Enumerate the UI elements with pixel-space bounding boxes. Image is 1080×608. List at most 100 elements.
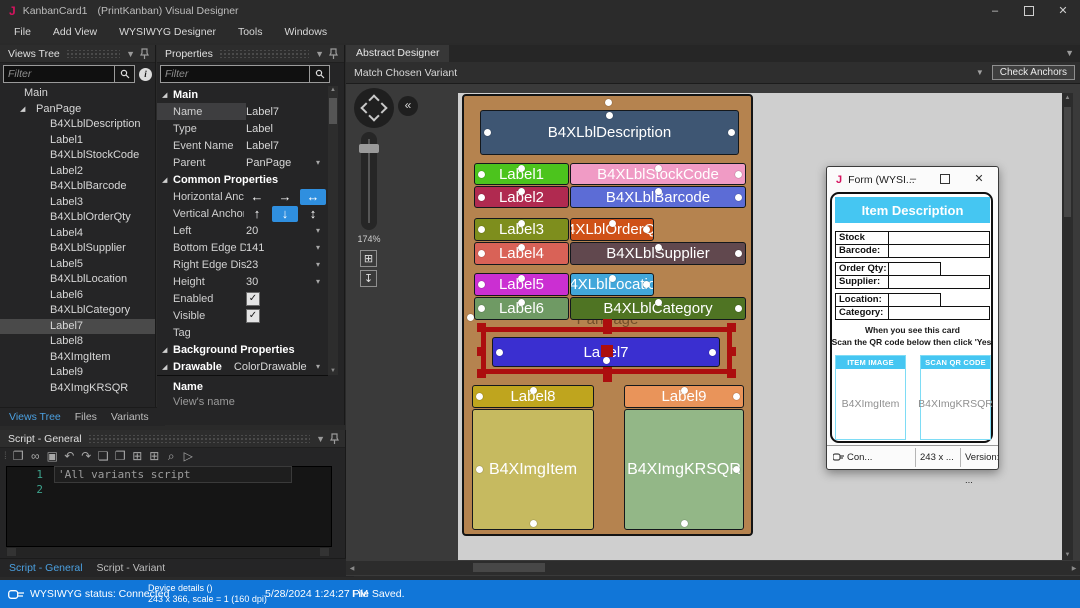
properties-scrollbar[interactable]: ▲ ▼ [328, 86, 338, 375]
tree-item-b4xlbllocation[interactable]: B4XLblLocation [0, 272, 155, 288]
code-line-1[interactable]: 1'All variants script [7, 467, 331, 482]
zoom-slider-thumb[interactable] [359, 144, 379, 153]
run-script-icon[interactable]: ▷ [180, 449, 197, 463]
info-icon[interactable]: i [139, 68, 152, 81]
tree-item-label4[interactable]: Label4 [0, 226, 155, 242]
tree-item-b4xlblsupplier[interactable]: B4XLblSupplier [0, 241, 155, 257]
selection-handle[interactable] [603, 319, 612, 334]
designer-v-scrollbar[interactable]: ▲ ▼ [1062, 93, 1073, 560]
prop-value-type[interactable]: Label [246, 123, 328, 135]
field-input-location[interactable] [888, 293, 941, 307]
field-input-order-qty[interactable] [888, 262, 941, 276]
scrollbar-thumb[interactable] [329, 98, 337, 124]
field-input-category[interactable] [888, 306, 990, 320]
tree-item-label9[interactable]: Label9 [0, 365, 155, 381]
properties-filter-input[interactable] [160, 65, 310, 83]
pin-icon[interactable] [140, 48, 149, 59]
tree-item-label8[interactable]: Label8 [0, 334, 155, 350]
undo-icon[interactable]: ↶ [61, 449, 78, 463]
chevron-down-icon[interactable]: ▼ [126, 49, 135, 59]
script-h-scrollbar[interactable] [6, 547, 330, 557]
anchor-both-h-button[interactable]: ↔ [300, 189, 326, 205]
chevron-down-icon[interactable]: ▼ [315, 49, 324, 59]
restore-button[interactable] [1012, 0, 1046, 22]
selection-handle[interactable] [477, 323, 486, 332]
tab-files[interactable]: Files [75, 411, 97, 423]
tab-abstract-designer[interactable]: Abstract Designer [346, 45, 449, 62]
tree-item-b4xlblorderqty[interactable]: B4XLblOrderQty [0, 210, 155, 226]
chevron-down-icon[interactable]: ▼ [316, 434, 325, 444]
preview-close-button[interactable]: ✕ [969, 167, 989, 192]
anchor-right-button[interactable]: → [272, 189, 298, 205]
tree-item-panpage[interactable]: ◢PanPage [0, 102, 155, 118]
field-input-supplier[interactable] [888, 275, 990, 289]
pan-down-icon[interactable] [368, 110, 379, 121]
selection-handle[interactable] [601, 345, 613, 357]
expand-arrow-icon[interactable]: ◢ [162, 363, 167, 371]
tree-item-b4xlblcategory[interactable]: B4XLblCategory [0, 303, 155, 319]
convert-left-icon[interactable]: ⊞ [129, 449, 146, 463]
tree-item-main[interactable]: Main [0, 86, 155, 102]
view-b4ximgitem[interactable]: B4XImgItem [472, 409, 594, 530]
convert-right-icon[interactable]: ⊞ [146, 449, 163, 463]
anchor-left-button[interactable]: ← [244, 189, 270, 205]
zoom-script-icon[interactable]: ⌕ [163, 449, 180, 464]
lock-icon[interactable]: ▣ [44, 449, 61, 463]
anchor-bottom-button[interactable]: ↓ [272, 206, 298, 222]
prop-value-name[interactable]: Label7 [246, 106, 328, 118]
tab-variants[interactable]: Variants [111, 411, 149, 423]
copy-icon[interactable]: ❐ [10, 449, 27, 463]
field-input-barcode[interactable] [888, 244, 990, 258]
views-filter-input[interactable] [3, 65, 115, 83]
export-layout-button[interactable]: ↧ [360, 270, 377, 287]
tree-item-b4ximgkrsqr[interactable]: B4XImgKRSQR [0, 381, 155, 397]
minimize-button[interactable]: – [978, 0, 1012, 22]
field-input-stock-code[interactable] [888, 231, 990, 245]
tree-item-label1[interactable]: Label1 [0, 133, 155, 149]
menu-file[interactable]: File [3, 22, 42, 43]
find-icon[interactable]: ∞ [27, 449, 44, 463]
expand-arrow-icon[interactable]: ◢ [162, 176, 167, 184]
pan-navigation-pad[interactable] [354, 88, 394, 128]
tab-views-tree[interactable]: Views Tree [9, 411, 61, 423]
properties-search-button[interactable] [310, 65, 330, 83]
variant-dropdown-icon[interactable]: ▼ [976, 68, 984, 77]
checkbox-enabled[interactable]: ✓ [246, 292, 260, 306]
panpage-panel[interactable]: PanPage B4XLblDescriptionLabel1B4XLblSto… [462, 94, 753, 536]
expand-arrow-icon[interactable]: ◢ [162, 346, 167, 354]
collapse-panel-button[interactable]: « [398, 96, 418, 116]
selection-handle[interactable] [727, 347, 736, 356]
scrollbar-thumb[interactable] [1064, 107, 1071, 217]
anchor-both-v-button[interactable]: ↕ [300, 206, 326, 222]
chevron-down-icon[interactable]: ▾ [316, 158, 320, 167]
code-line-2[interactable]: 2 [7, 482, 331, 497]
view-b4ximgkrsqr[interactable]: B4XImgKRSQR [624, 409, 744, 530]
tree-item-b4xlbldescription[interactable]: B4XLblDescription [0, 117, 155, 133]
close-button[interactable]: ✕ [1046, 0, 1080, 22]
preview-minimize-button[interactable]: – [903, 167, 923, 192]
tree-item-label6[interactable]: Label6 [0, 288, 155, 304]
views-search-button[interactable] [115, 65, 135, 83]
zoom-slider[interactable] [361, 132, 377, 230]
pan-left-icon[interactable] [360, 102, 371, 113]
expand-arrow-icon[interactable]: ◢ [20, 102, 25, 118]
chevron-down-icon[interactable]: ▾ [316, 260, 320, 269]
fit-to-screen-button[interactable]: ⊞ [360, 250, 377, 267]
script-editor[interactable]: 1'All variants script2 [6, 466, 332, 547]
tree-item-b4xlblbarcode[interactable]: B4XLblBarcode [0, 179, 155, 195]
tab-script-variant[interactable]: Script - Variant [97, 562, 166, 574]
selection-handle[interactable] [727, 369, 736, 378]
checkbox-visible[interactable]: ✓ [246, 309, 260, 323]
selection-handle[interactable] [603, 367, 612, 382]
scrollbar-thumb[interactable] [473, 563, 545, 572]
preview-maximize-button[interactable] [935, 167, 955, 192]
tree-item-b4xlblstockcode[interactable]: B4XLblStockCode [0, 148, 155, 164]
designer-h-scrollbar[interactable]: ◀ ▶ [346, 561, 1080, 575]
selection-handle[interactable] [477, 369, 486, 378]
chevron-down-icon[interactable]: ▾ [316, 362, 320, 371]
pan-right-icon[interactable] [376, 102, 387, 113]
tree-item-label7[interactable]: Label7 [0, 319, 155, 335]
selection-handle[interactable] [727, 323, 736, 332]
pin-icon[interactable] [329, 48, 338, 59]
prop-value-drawable[interactable]: ColorDrawable [234, 361, 328, 373]
